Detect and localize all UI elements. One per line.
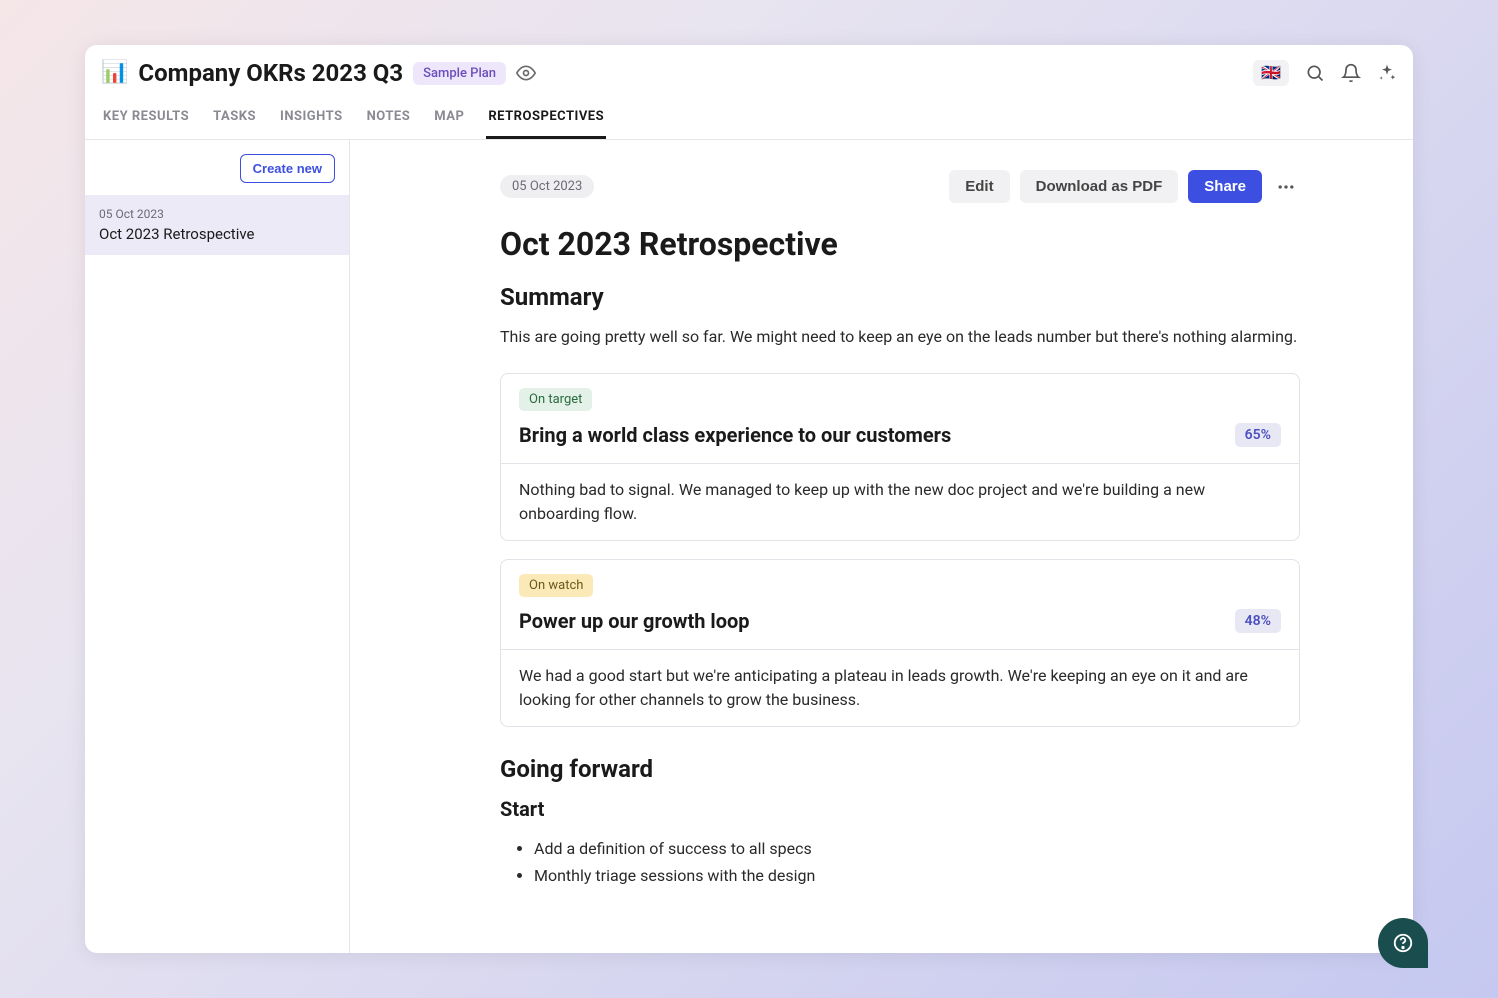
status-badge: On target [519,388,592,411]
okr-card-title: Bring a world class experience to our cu… [519,423,1223,447]
retro-date-pill: 05 Oct 2023 [500,175,594,198]
topbar-actions: 🇬🇧 [1253,60,1397,86]
tab-insights[interactable]: INSIGHTS [278,97,345,139]
main-area: Create new 05 Oct 2023 Oct 2023 Retrospe… [85,140,1413,953]
list-item: Monthly triage sessions with the design [534,862,1300,889]
sidebar-retro-title: Oct 2023 Retrospective [99,225,335,243]
tab-key-results[interactable]: KEY RESULTS [101,97,191,139]
summary-text: This are going pretty well so far. We mi… [500,325,1300,349]
okr-card-title: Power up our growth loop [519,609,1223,633]
okr-card-body: We had a good start but we're anticipati… [501,649,1299,726]
help-chat-button[interactable] [1378,918,1428,968]
tab-bar: KEY RESULTS TASKS INSIGHTS NOTES MAP RET… [85,97,1413,140]
app-window: 📊 Company OKRs 2023 Q3 Sample Plan 🇬🇧 KE… [85,45,1413,953]
start-list: Add a definition of success to all specs… [500,835,1300,889]
retro-title: Oct 2023 Retrospective [500,225,1300,263]
bell-icon[interactable] [1341,63,1361,83]
list-item: Add a definition of success to all specs [534,835,1300,862]
okr-card: On target Bring a world class experience… [500,373,1300,541]
sidebar-retro-date: 05 Oct 2023 [99,207,335,221]
visibility-icon[interactable] [516,63,536,83]
search-icon[interactable] [1305,63,1325,83]
edit-button[interactable]: Edit [949,170,1009,203]
content-area: 05 Oct 2023 Edit Download as PDF Share O… [350,140,1413,953]
actions-row: 05 Oct 2023 Edit Download as PDF Share [500,170,1300,203]
more-menu-icon[interactable] [1272,173,1300,201]
sparkle-icon[interactable] [1377,63,1397,83]
sidebar: Create new 05 Oct 2023 Oct 2023 Retrospe… [85,140,350,953]
going-forward-heading: Going forward [500,755,1300,783]
okr-percent-badge: 48% [1235,609,1281,633]
plan-icon: 📊 [101,62,128,84]
start-heading: Start [500,797,1300,821]
summary-heading: Summary [500,283,1300,311]
sidebar-retro-item[interactable]: 05 Oct 2023 Oct 2023 Retrospective [85,195,349,255]
tab-notes[interactable]: NOTES [365,97,413,139]
status-badge: On watch [519,574,593,597]
topbar: 📊 Company OKRs 2023 Q3 Sample Plan 🇬🇧 [85,45,1413,97]
tab-tasks[interactable]: TASKS [211,97,258,139]
tab-retrospectives[interactable]: RETROSPECTIVES [486,97,606,139]
share-button[interactable]: Share [1188,170,1262,203]
okr-card-body: Nothing bad to signal. We managed to kee… [501,463,1299,540]
download-pdf-button[interactable]: Download as PDF [1020,170,1179,203]
sample-plan-badge: Sample Plan [413,62,506,85]
tab-map[interactable]: MAP [432,97,466,139]
create-new-button[interactable]: Create new [240,154,335,183]
language-flag[interactable]: 🇬🇧 [1253,60,1289,86]
plan-title: Company OKRs 2023 Q3 [138,59,403,87]
okr-percent-badge: 65% [1235,423,1281,447]
okr-card: On watch Power up our growth loop 48% We… [500,559,1300,727]
